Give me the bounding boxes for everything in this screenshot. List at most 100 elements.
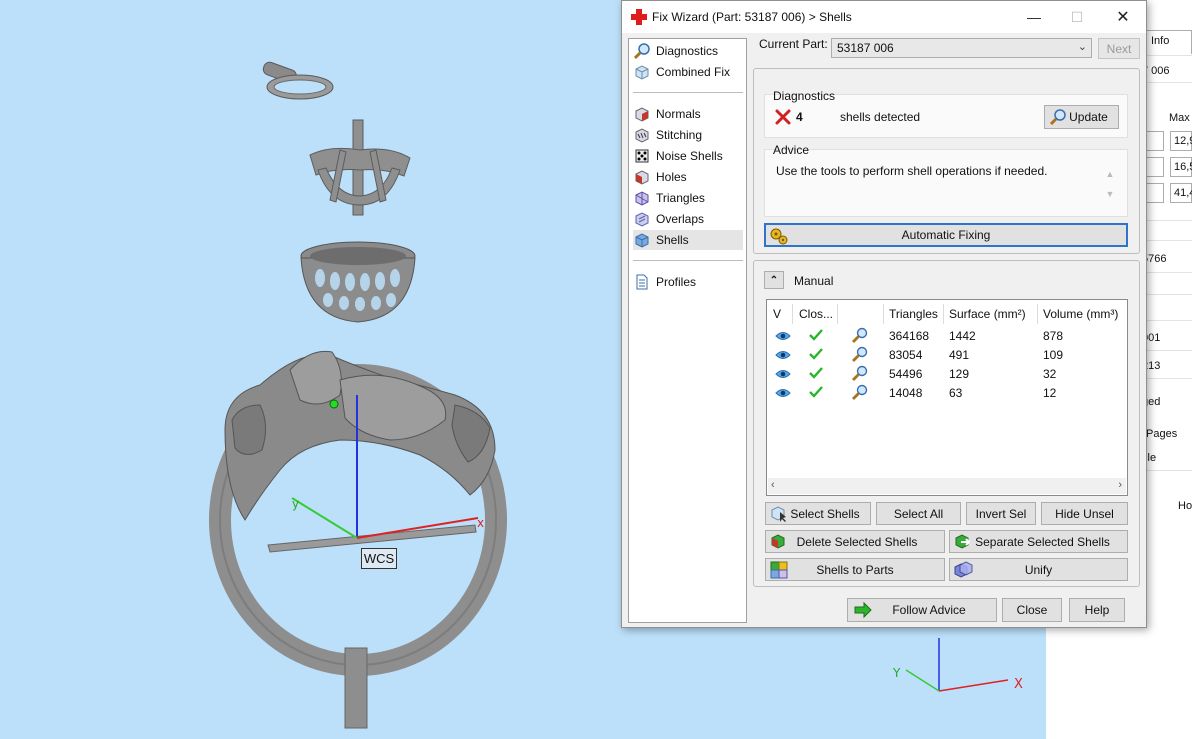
automatic-fixing-button[interactable]: Automatic Fixing: [764, 223, 1128, 247]
col-header-volume[interactable]: Volume (mm³): [1043, 307, 1118, 321]
delete-selected-shells-button[interactable]: Delete Selected Shells: [765, 530, 945, 553]
hide-unselected-button[interactable]: Hide Unsel: [1041, 502, 1128, 525]
gears-icon: [770, 228, 788, 245]
min-field-1[interactable]: [1146, 131, 1164, 151]
normals-cube-icon: [635, 107, 649, 122]
magnifier-icon: [633, 43, 650, 60]
min-field-3[interactable]: [1146, 183, 1164, 203]
nav-item-profiles[interactable]: Profiles: [633, 272, 743, 292]
diagnostics-group: Diagnostics 4 shells detected Update Adv…: [753, 68, 1140, 254]
text-3: Ho: [1178, 500, 1192, 512]
col-header-surface[interactable]: Surface (mm²): [949, 307, 1026, 321]
mini-axis-y-label: Y: [892, 666, 901, 680]
chevron-up-icon: ⌃: [769, 274, 779, 286]
separate-shells-icon: [955, 534, 971, 549]
nav-item-normals[interactable]: Normals: [633, 104, 743, 124]
table-row[interactable]: 14048 63 12: [767, 384, 1127, 403]
axis-x-label: x: [477, 516, 484, 530]
table-row[interactable]: 54496 129 32: [767, 365, 1127, 384]
triangles-icon: [635, 191, 649, 206]
checkmark-icon: [809, 329, 823, 341]
magnifier-icon[interactable]: [851, 346, 869, 363]
nav-item-overlaps[interactable]: Overlaps: [633, 209, 743, 229]
axis-y-label: y: [292, 497, 299, 511]
magnifier-icon[interactable]: [851, 327, 869, 344]
nav-item-shells[interactable]: Shells: [633, 230, 743, 250]
col-header-visible[interactable]: V: [773, 307, 781, 321]
eye-icon[interactable]: [775, 330, 791, 342]
table-row[interactable]: 364168 1442 878: [767, 327, 1127, 346]
error-x-icon: [775, 109, 791, 125]
nav-item-holes[interactable]: Holes: [633, 167, 743, 187]
eye-icon[interactable]: [775, 349, 791, 361]
checkmark-icon: [809, 386, 823, 398]
advice-subpanel: [764, 149, 1128, 217]
magnifier-icon[interactable]: [851, 384, 869, 401]
fix-wizard-dialog: Fix Wizard (Part: 53187 006) > Shells — …: [621, 0, 1147, 628]
close-button[interactable]: Close: [1002, 598, 1062, 622]
overlaps-icon: [635, 212, 649, 227]
collapse-manual-button[interactable]: ⌃: [764, 271, 784, 289]
select-all-button[interactable]: Select All: [876, 502, 961, 525]
cube-icon: [635, 65, 649, 80]
noise-shells-icon: [635, 149, 649, 163]
update-button[interactable]: Update: [1044, 105, 1119, 129]
delete-shells-icon: [771, 534, 785, 549]
green-arrow-icon: [854, 601, 872, 619]
nav-item-noise-shells[interactable]: Noise Shells: [633, 146, 743, 166]
prong-setting-part: [309, 119, 411, 216]
nav-item-stitching[interactable]: Stitching: [633, 125, 743, 145]
invert-selection-button[interactable]: Invert Sel: [966, 502, 1036, 525]
holes-icon: [635, 170, 649, 185]
shells-to-parts-button[interactable]: Shells to Parts: [765, 558, 945, 581]
separate-selected-shells-button[interactable]: Separate Selected Shells: [949, 530, 1128, 553]
nav-item-diagnostics[interactable]: Diagnostics: [633, 41, 743, 61]
max-label: Max: [1169, 112, 1190, 124]
wcs-label: WCS: [361, 548, 397, 569]
min-field-2[interactable]: [1146, 157, 1164, 177]
eye-icon[interactable]: [775, 368, 791, 380]
info-tab-label: Info: [1151, 35, 1170, 47]
magnifier-icon[interactable]: [851, 365, 869, 382]
mini-orientation-axis: X Y: [892, 638, 1023, 692]
red-cross-icon: [631, 9, 647, 25]
current-part-value: 53187 006: [837, 41, 894, 55]
advice-scrollbar[interactable]: ▲ ▼: [1104, 164, 1116, 210]
pages-label: Pages: [1146, 428, 1178, 440]
max-field-3[interactable]: 41,4: [1170, 183, 1192, 203]
maximize-icon: ☐: [1070, 8, 1084, 25]
current-part-select[interactable]: 53187 006 ⌄: [831, 38, 1092, 58]
advice-heading: Advice: [773, 143, 810, 157]
unify-icon: [954, 561, 973, 578]
table-row[interactable]: 83054 491 109: [767, 346, 1127, 365]
col-header-triangles[interactable]: Triangles: [889, 307, 938, 321]
maximize-button[interactable]: ☐: [1062, 5, 1092, 29]
manual-heading: Manual: [794, 274, 834, 288]
info-tab[interactable]: Info: [1146, 30, 1192, 54]
max-field-2[interactable]: 16,5: [1170, 157, 1192, 177]
next-button[interactable]: Next: [1098, 38, 1140, 59]
minimize-icon: —: [1027, 9, 1041, 25]
title-bar[interactable]: Fix Wizard (Part: 53187 006) > Shells — …: [622, 1, 1146, 33]
scroll-right-icon[interactable]: ›: [1118, 479, 1122, 491]
stitching-icon: [635, 128, 649, 143]
advice-text: Use the tools to perform shell operation…: [776, 164, 1048, 178]
scroll-left-icon[interactable]: ‹: [771, 479, 775, 491]
table-horizontal-scrollbar[interactable]: ‹ ›: [768, 478, 1126, 494]
nav-item-triangles[interactable]: Triangles: [633, 188, 743, 208]
max-field-1[interactable]: 12,9: [1170, 131, 1192, 151]
close-window-button[interactable]: ✕: [1108, 5, 1138, 29]
document-icon: [636, 274, 648, 290]
follow-advice-button[interactable]: Follow Advice: [847, 598, 997, 622]
minimize-button[interactable]: —: [1019, 5, 1049, 29]
nav-item-combined-fix[interactable]: Combined Fix: [633, 62, 743, 82]
col-header-closed[interactable]: Clos...: [799, 307, 833, 321]
eye-icon[interactable]: [775, 387, 791, 399]
select-shells-button[interactable]: Select Shells: [765, 502, 871, 525]
unify-button[interactable]: Unify: [949, 558, 1128, 581]
shells-table[interactable]: V Clos... Triangles Surface (mm²) Volume…: [766, 299, 1128, 496]
shells-icon: [635, 233, 649, 248]
help-button[interactable]: Help: [1069, 598, 1125, 622]
select-shells-icon: [771, 506, 786, 522]
shells-detected-text: shells detected: [840, 110, 921, 124]
